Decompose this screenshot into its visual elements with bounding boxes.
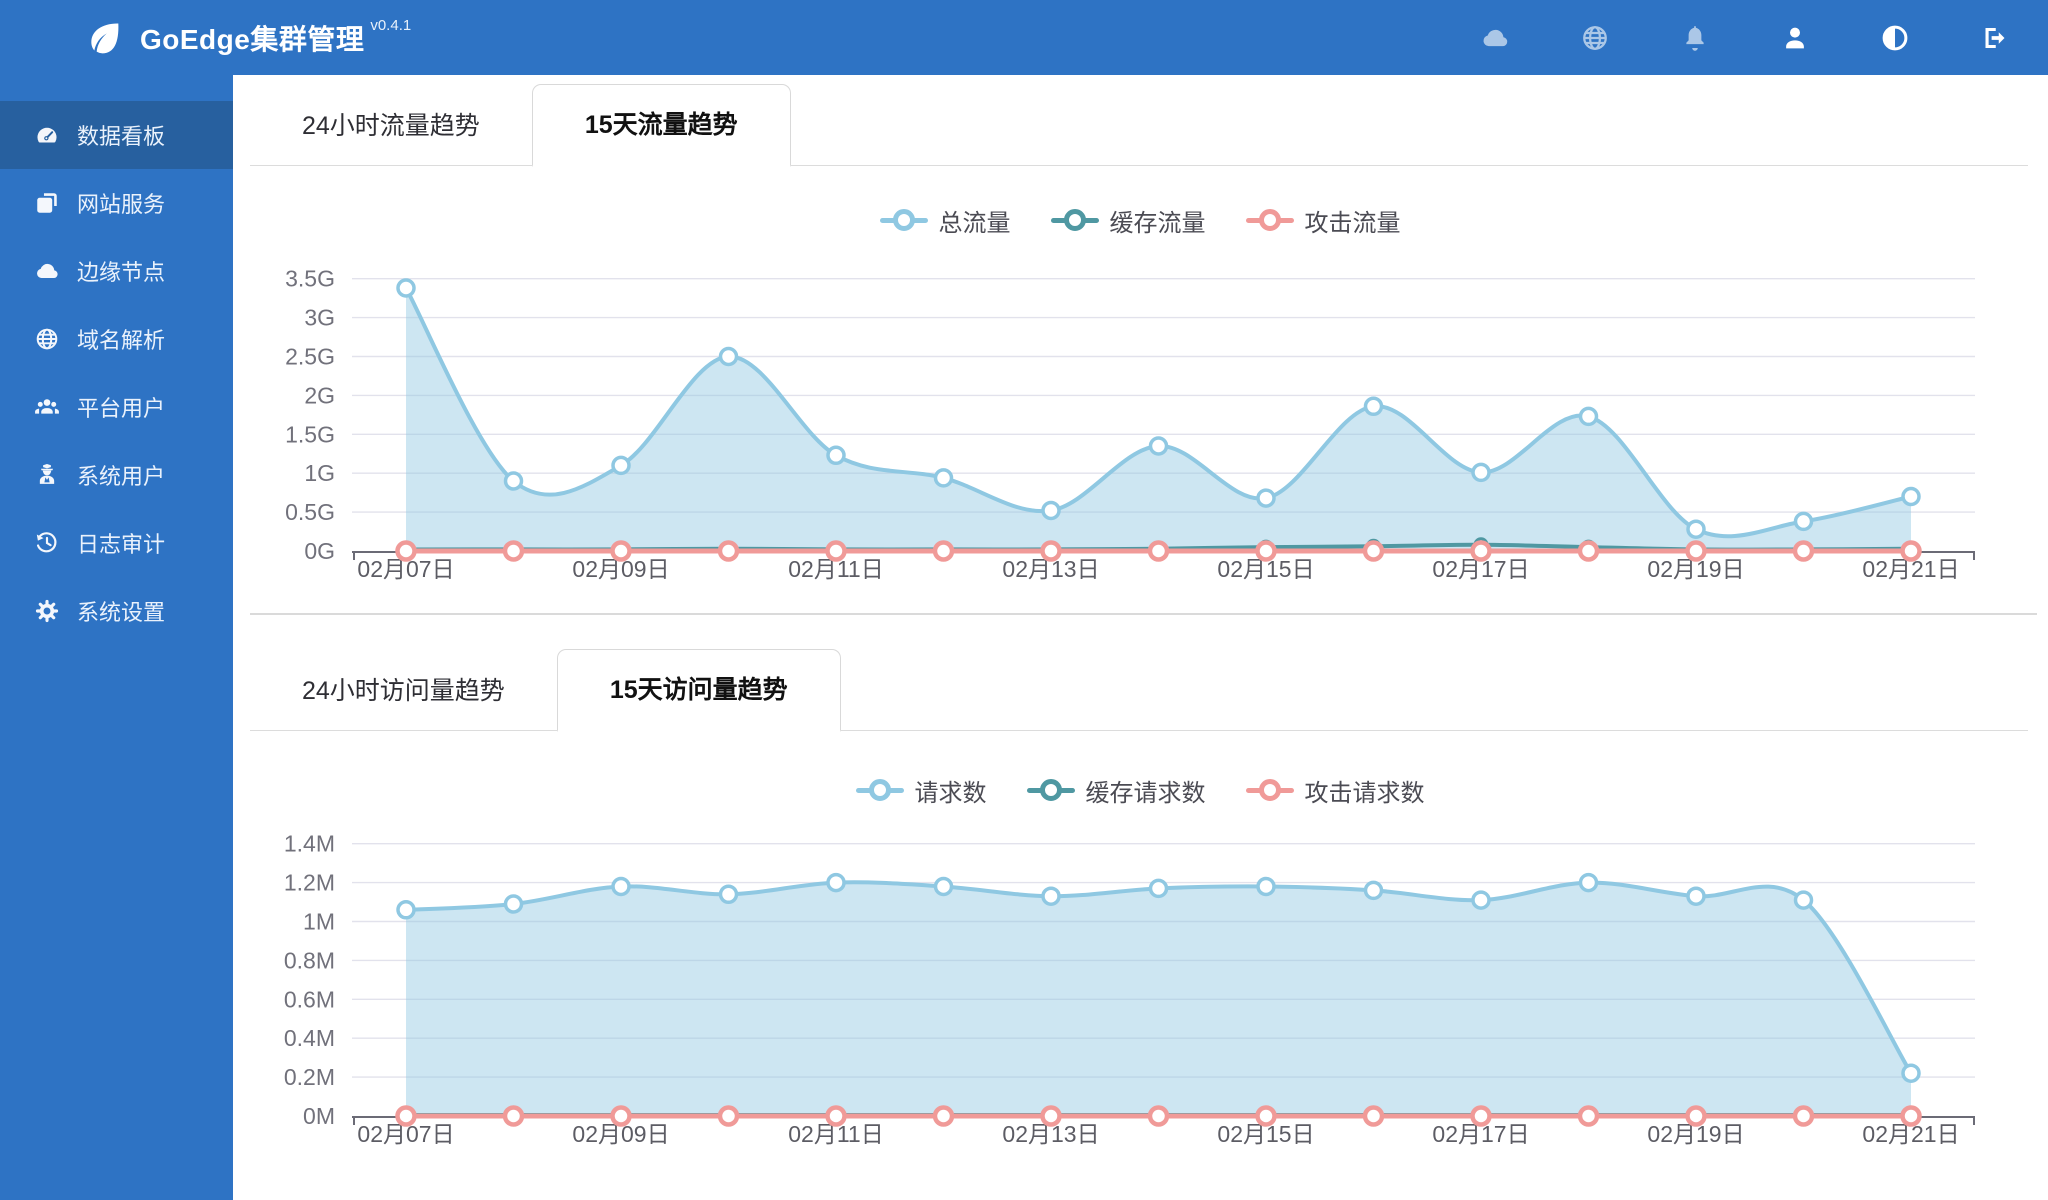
tab-traffic-15d[interactable]: 15天流量趋势 [531, 84, 791, 167]
tab-visits-24h[interactable]: 24小时访问量趋势 [250, 651, 557, 731]
legend-item-攻击请求数[interactable]: 攻击请求数 [1245, 773, 1425, 808]
svg-text:0.6M: 0.6M [284, 986, 335, 1012]
chart-2-canvas[interactable]: 0M0.2M0.4M0.6M0.8M1M1.2M1.4M02月07日 02月09日… [240, 820, 2040, 1170]
goedge-admin-app: GoEdge集群管理 v0.4.1 数据看板网站服务边缘节点域名解析平台用户系统… [0, 0, 2048, 1200]
sidebar-item-audit-log[interactable]: 日志审计 [0, 509, 233, 577]
tabbar-section-2: 24小时访问量趋势 15天访问量趋势 [250, 649, 2031, 732]
chart-legend-1: 总流量 缓存流量 攻击流量 [240, 203, 2040, 238]
users-icon [34, 394, 60, 420]
cloud-icon[interactable] [1480, 23, 1510, 53]
legend-label: 缓存流量 [1109, 209, 1206, 237]
legend-marker-icon [1050, 208, 1099, 232]
legend-marker-icon [855, 778, 904, 802]
svg-text:2G: 2G [304, 382, 335, 408]
svg-text:0G: 0G [304, 538, 335, 564]
legend-marker-icon [1026, 778, 1075, 802]
dashboard-icon [34, 122, 60, 148]
sidebar-item-label: 网站服务 [77, 192, 166, 217]
sidebar-item-edge-nodes[interactable]: 边缘节点 [0, 237, 233, 305]
sites-icon [34, 190, 60, 216]
app-version: v0.4.1 [370, 17, 412, 34]
legend-marker-icon [1245, 778, 1294, 802]
tab-visits-15d[interactable]: 15天访问量趋势 [556, 649, 841, 732]
legend-marker-icon [879, 208, 928, 232]
sidebar-item-system-users[interactable]: 系统用户 [0, 441, 233, 509]
svg-text:0.8M: 0.8M [284, 947, 335, 973]
svg-text:0.4M: 0.4M [284, 1025, 335, 1051]
legend-label: 攻击流量 [1304, 209, 1401, 237]
sidebar: 数据看板网站服务边缘节点域名解析平台用户系统用户日志审计系统设置 [0, 75, 233, 1200]
section-divider [250, 613, 2037, 615]
user-icon[interactable] [1780, 23, 1810, 53]
secret-icon [34, 462, 60, 488]
legend-label: 缓存请求数 [1085, 779, 1206, 807]
history-icon [34, 530, 60, 556]
chart-legend-2: 请求数 缓存请求数 攻击请求数 [240, 773, 2040, 808]
sidebar-item-label: 日志审计 [77, 532, 166, 557]
cloud-icon [34, 258, 60, 284]
tabbar-section-1: 24小时流量趋势 15天流量趋势 [250, 84, 2031, 167]
svg-text:1.2M: 1.2M [284, 870, 335, 896]
svg-text:3G: 3G [304, 305, 335, 331]
sidebar-item-settings[interactable]: 系统设置 [0, 577, 233, 645]
logo-leaf-icon [84, 18, 124, 58]
legend-item-攻击流量[interactable]: 攻击流量 [1245, 203, 1401, 238]
theme-adjust-icon[interactable] [1880, 23, 1910, 53]
logout-icon[interactable] [1980, 23, 2010, 53]
svg-text:1.5G: 1.5G [285, 421, 335, 447]
sidebar-item-dns[interactable]: 域名解析 [0, 305, 233, 373]
svg-text:0M: 0M [303, 1103, 335, 1129]
globe-icon[interactable] [1580, 23, 1610, 53]
sidebar-item-label: 域名解析 [77, 328, 166, 353]
sidebar-item-platform-users[interactable]: 平台用户 [0, 373, 233, 441]
sidebar-item-label: 平台用户 [77, 396, 166, 421]
sidebar-item-label: 边缘节点 [77, 260, 166, 285]
legend-item-请求数[interactable]: 请求数 [855, 773, 987, 808]
tab-traffic-24h[interactable]: 24小时流量趋势 [250, 86, 532, 166]
legend-label: 攻击请求数 [1304, 779, 1425, 807]
main-content: 24小时流量趋势 15天流量趋势总流量 缓存流量 攻击流量 0G 0.5G 1G 1.5G 2G… [233, 75, 2048, 1200]
brand[interactable]: GoEdge集群管理 v0.4.1 [84, 17, 412, 58]
sidebar-item-dashboard[interactable]: 数据看板 [0, 101, 233, 169]
sidebar-item-label: 数据看板 [77, 124, 166, 149]
legend-item-缓存流量[interactable]: 缓存流量 [1050, 203, 1206, 238]
svg-text:3.5G: 3.5G [285, 266, 335, 292]
globe-icon [34, 326, 60, 352]
svg-text:0.2M: 0.2M [284, 1064, 335, 1090]
legend-label: 总流量 [938, 209, 1011, 237]
header-icon-bar [1480, 0, 2024, 75]
chart-1-canvas[interactable]: 0G0.5G1G1.5G2G2.5G3G3.5G02月07日 02月09日 02月1… [240, 255, 2040, 605]
legend-item-总流量[interactable]: 总流量 [879, 203, 1011, 238]
svg-text:1G: 1G [304, 460, 335, 486]
app-header: GoEdge集群管理 v0.4.1 [0, 0, 2048, 75]
sidebar-item-sites[interactable]: 网站服务 [0, 169, 233, 237]
svg-text:1.4M: 1.4M [284, 831, 335, 857]
sidebar-item-label: 系统设置 [77, 600, 166, 625]
svg-text:1M: 1M [303, 909, 335, 935]
legend-item-缓存请求数[interactable]: 缓存请求数 [1026, 773, 1206, 808]
gear-icon [34, 598, 60, 624]
sidebar-item-label: 系统用户 [77, 464, 166, 489]
bell-icon[interactable] [1680, 23, 1710, 53]
app-title: GoEdge集群管理 [140, 23, 365, 55]
svg-text:0.5G: 0.5G [285, 499, 335, 525]
svg-text:2.5G: 2.5G [285, 344, 335, 370]
legend-label: 请求数 [914, 779, 987, 807]
legend-marker-icon [1245, 208, 1294, 232]
